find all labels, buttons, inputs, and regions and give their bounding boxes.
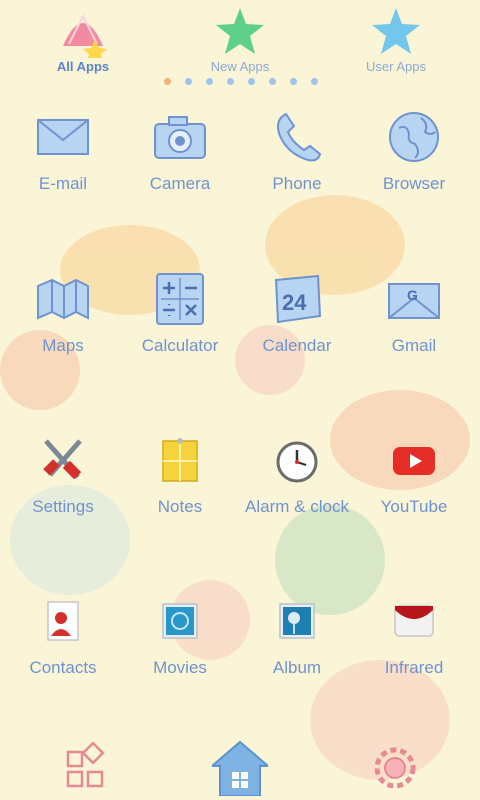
grid-icon[interactable]	[58, 740, 114, 796]
tab-label: New Apps	[210, 59, 270, 74]
tools-icon	[43, 439, 82, 480]
tab-all-apps[interactable]: All Apps	[23, 2, 143, 82]
page-dot	[227, 78, 234, 85]
phone-icon	[277, 112, 322, 162]
svg-text:24: 24	[282, 290, 307, 315]
app-label: Alarm & clock	[245, 497, 349, 516]
app-label: Calendar	[262, 336, 332, 355]
app-calculator[interactable]: Calculator	[122, 262, 238, 382]
app-contacts[interactable]: Contacts	[5, 584, 121, 704]
photo-icon	[279, 603, 315, 639]
app-label: E-mail	[38, 174, 88, 193]
movie-icon	[162, 603, 198, 639]
app-label: Camera	[149, 174, 211, 193]
camera-icon	[154, 116, 206, 159]
app-phone[interactable]: Phone	[239, 100, 355, 220]
page-dot	[269, 78, 276, 85]
app-maps[interactable]: Maps	[5, 262, 121, 382]
app-infrared[interactable]: Infrared	[356, 584, 472, 704]
tab-label: All Apps	[56, 59, 110, 74]
globe-icon	[389, 112, 439, 162]
app-label: YouTube	[380, 497, 448, 516]
home-icon[interactable]	[212, 740, 268, 796]
app-label: Browser	[382, 174, 446, 193]
app-label: Infrared	[384, 658, 444, 677]
play-icon	[393, 447, 435, 475]
app-category-tabs: All Apps New Apps User Apps	[0, 0, 480, 84]
app-email[interactable]: E-mail	[5, 100, 121, 220]
app-label: Maps	[42, 336, 84, 355]
calendar-icon: 24	[274, 274, 322, 324]
app-alarm-clock[interactable]: Alarm & clock	[239, 423, 355, 543]
app-label: Notes	[157, 497, 203, 516]
app-movies[interactable]: Movies	[122, 584, 238, 704]
mail-icon: G	[388, 283, 440, 319]
app-label: Gmail	[391, 336, 437, 355]
map-icon	[37, 278, 89, 320]
envelope-icon	[37, 119, 89, 155]
app-gmail[interactable]: G Gmail	[356, 262, 472, 382]
star-icon	[372, 8, 420, 54]
notes-icon	[162, 438, 198, 482]
app-label: Phone	[272, 174, 322, 193]
app-label: Album	[272, 658, 322, 677]
app-calendar[interactable]: 24 Calendar	[239, 262, 355, 382]
app-youtube[interactable]: YouTube	[356, 423, 472, 543]
shell-icon	[63, 13, 107, 58]
calculator-icon	[156, 273, 204, 325]
gear-icon[interactable]	[367, 740, 423, 796]
app-label: Calculator	[141, 336, 219, 355]
app-label: Movies	[153, 658, 207, 677]
contact-icon	[47, 601, 79, 641]
app-label: Contacts	[29, 658, 97, 677]
page-dot	[248, 78, 255, 85]
app-settings[interactable]: Settings	[5, 423, 121, 543]
clock-icon	[276, 441, 318, 483]
page-indicator	[156, 78, 326, 90]
svg-text:G: G	[407, 287, 418, 303]
tab-new-apps[interactable]: New Apps	[180, 2, 300, 82]
app-camera[interactable]: Camera	[122, 100, 238, 220]
app-browser[interactable]: Browser	[356, 100, 472, 220]
page-dot	[311, 78, 318, 85]
star-icon	[216, 8, 264, 54]
app-album[interactable]: Album	[239, 584, 355, 704]
tab-label: User Apps	[366, 59, 426, 74]
app-label: Settings	[32, 497, 94, 516]
page-dot	[185, 78, 192, 85]
remote-icon	[394, 605, 434, 637]
tab-user-apps[interactable]: User Apps	[336, 2, 456, 82]
page-dot	[290, 78, 297, 85]
app-notes[interactable]: Notes	[122, 423, 238, 543]
dock-bar	[0, 730, 480, 800]
page-dot	[164, 78, 171, 85]
page-dot	[206, 78, 213, 85]
